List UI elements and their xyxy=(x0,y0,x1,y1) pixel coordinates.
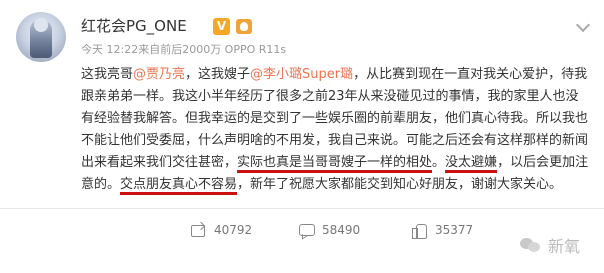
vip-verified-icon: V xyxy=(213,18,230,35)
like-icon xyxy=(411,222,427,239)
share-count: 40792 xyxy=(214,223,253,237)
post-text: ，这我嫂子 xyxy=(185,67,251,82)
level-badge-icon xyxy=(236,19,252,34)
username[interactable]: 红花会PG_ONE xyxy=(81,16,187,36)
avatar[interactable] xyxy=(16,12,66,62)
watermark-text: 新氧 xyxy=(548,237,581,256)
post-text: 这我亮哥 xyxy=(81,67,134,82)
chevron-down-icon[interactable] xyxy=(575,17,591,33)
avatar-head xyxy=(34,18,48,32)
post-text: 。 xyxy=(432,155,446,170)
underlined-phrase: 没太避嫌 xyxy=(445,155,498,170)
comment-button[interactable]: 58490 xyxy=(298,218,360,242)
wechat-icon xyxy=(520,236,542,254)
underlined-phrase: 交点朋友真心不容易 xyxy=(120,177,238,192)
post-text: ，新年了祝愿大家都能交到知心好朋友，谢谢大家关心。 xyxy=(237,177,563,192)
underlined-phrase: 实际也真是当哥哥嫂子一样的相处 xyxy=(237,155,433,170)
comment-count: 58490 xyxy=(322,223,361,237)
watermark: 新氧 xyxy=(520,233,580,257)
post-body: 这我亮哥@贾乃亮，这我嫂子@李小璐Super璐，从比赛到现在一直对我关心爱护，待… xyxy=(81,64,591,196)
share-button[interactable]: 40792 xyxy=(190,218,252,242)
like-count: 35377 xyxy=(435,223,474,237)
divider xyxy=(0,208,604,209)
mention-link-li[interactable]: @李小璐Super璐 xyxy=(250,67,353,82)
like-button[interactable]: 35377 xyxy=(411,218,473,242)
post-meta: 今天 12:22来自前后2000万 OPPO R11s xyxy=(81,43,287,56)
comment-icon xyxy=(298,222,315,238)
mention-link-jia[interactable]: @贾乃亮 xyxy=(133,67,185,82)
share-icon xyxy=(190,222,206,238)
